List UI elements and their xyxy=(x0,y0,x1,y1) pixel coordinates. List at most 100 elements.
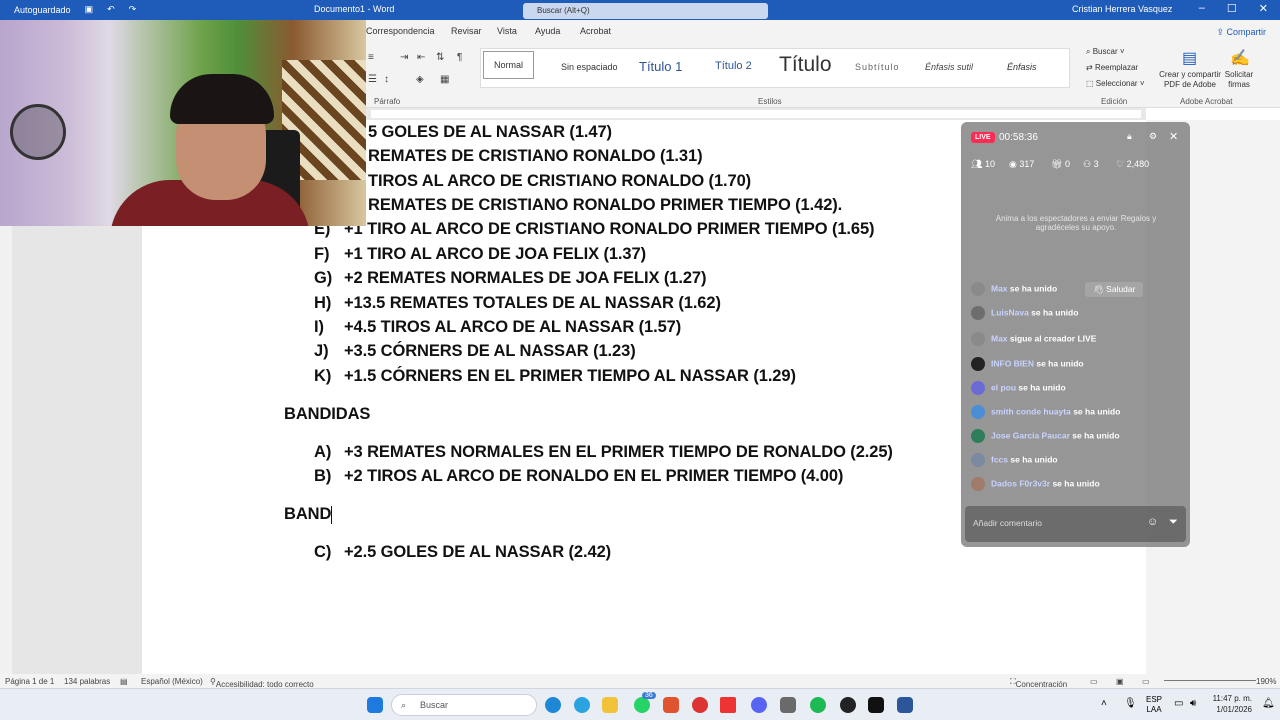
volume-icon[interactable]: 🔊︎ xyxy=(1190,698,1196,709)
typora-icon[interactable] xyxy=(720,697,736,713)
chat-user[interactable]: el pou xyxy=(991,382,1016,392)
chat-user[interactable]: Jose Garcia Paucar xyxy=(991,430,1070,440)
replace-label: Reemplazar xyxy=(1094,63,1139,72)
stat-gifts: 🎁︎ 0 xyxy=(1051,159,1070,170)
chat-user[interactable]: smith conde huayta xyxy=(991,406,1071,416)
avatar xyxy=(971,453,985,467)
title-search-box[interactable]: Buscar (Alt+Q) xyxy=(523,3,768,19)
proofing-icon[interactable]: ▤ xyxy=(120,677,128,686)
request-signatures-button[interactable]: Solicitar firmas xyxy=(1222,70,1256,90)
start-icon[interactable] xyxy=(367,697,383,713)
close-icon[interactable]: ✕ xyxy=(1259,2,1268,15)
taskbar-search[interactable]: ⌕ Buscar xyxy=(391,694,537,716)
share-button[interactable]: ⇪ Compartir xyxy=(1216,27,1266,38)
tab-ayuda[interactable]: Ayuda xyxy=(535,26,560,36)
chat-user[interactable]: Dados F0r3v3r xyxy=(991,478,1050,488)
find-button[interactable]: ⌕ Buscar ˅ xyxy=(1086,47,1125,57)
chevron-up-icon[interactable]: ˄ xyxy=(1101,698,1107,709)
pilcrow-icon[interactable]: ¶ xyxy=(457,52,462,63)
focus-mode[interactable]: ⛶ Concentración xyxy=(1010,677,1067,689)
chat-user[interactable]: LuisNava xyxy=(991,307,1029,317)
style-subtitulo[interactable]: Subtítulo xyxy=(855,62,900,72)
whatsapp-icon[interactable] xyxy=(634,697,650,713)
language-indicator[interactable]: ESP LAA xyxy=(1146,695,1162,715)
style-enfasis-sutil[interactable]: Énfasis sutil xyxy=(925,62,973,72)
chat-text: se ha unido xyxy=(1010,454,1058,465)
list-letter: C) xyxy=(314,543,332,561)
signature-icon[interactable]: ✍ xyxy=(1230,48,1250,68)
select-button[interactable]: ⬚ Seleccionar ˅ xyxy=(1086,79,1145,88)
style-enfasis[interactable]: Énfasis xyxy=(1007,62,1037,72)
chat-user[interactable]: INFO BIEN xyxy=(991,358,1034,368)
outdent-icon[interactable]: ⇤ xyxy=(417,52,425,63)
user-name[interactable]: Cristian Herrera Vasquez xyxy=(1072,4,1172,14)
style-normal[interactable]: Normal xyxy=(483,51,535,79)
lock-icon[interactable]: 🔒︎ xyxy=(1127,131,1132,142)
maximize-icon[interactable]: ☐ xyxy=(1227,2,1237,15)
notifications-icon[interactable]: 🔔︎ xyxy=(1262,698,1275,709)
word-count[interactable]: 134 palabras xyxy=(64,677,110,686)
comment-placeholder: Añadir comentario xyxy=(973,518,1042,528)
line-spacing-icon[interactable]: ↕ xyxy=(384,74,389,85)
shading-icon[interactable]: ◈ xyxy=(416,74,424,85)
sort-icon[interactable]: ⇅ xyxy=(436,52,444,63)
zoom-slider[interactable] xyxy=(1164,680,1256,681)
chat-user[interactable]: Max xyxy=(991,333,1008,343)
vertical-ruler[interactable] xyxy=(0,226,12,674)
undo-icon[interactable]: ↶ xyxy=(107,4,115,15)
network-icon[interactable]: ▭ xyxy=(1174,698,1183,709)
tab-correspondencia[interactable]: Correspondencia xyxy=(366,26,435,36)
autosave-label[interactable]: Autoguardado xyxy=(14,5,71,15)
word-icon[interactable] xyxy=(897,697,913,713)
web-layout-icon[interactable]: ▭ xyxy=(1142,677,1150,686)
tab-vista[interactable]: Vista xyxy=(497,26,517,36)
tiktok-icon[interactable] xyxy=(868,697,884,713)
accessibility-status[interactable]: ⚲ Accesibilidad: todo correcto xyxy=(210,677,314,689)
avatar xyxy=(971,477,985,491)
close-panel-icon[interactable]: ✕ xyxy=(1169,130,1178,143)
filter-icon[interactable]: ⏷ xyxy=(1169,516,1178,529)
brave-icon[interactable] xyxy=(663,697,679,713)
discord-icon[interactable] xyxy=(751,697,767,713)
replace-button[interactable]: ⇄ Reemplazar xyxy=(1086,63,1138,72)
avatar xyxy=(971,357,985,371)
emoji-icon[interactable]: ☺ xyxy=(1147,516,1158,528)
settings-icon[interactable]: ⚙ xyxy=(1149,131,1157,142)
redo-icon[interactable]: ↷ xyxy=(129,4,137,15)
spotify-icon[interactable] xyxy=(810,697,826,713)
justify-icon[interactable]: ☰ xyxy=(368,74,377,85)
create-pdf-button[interactable]: Crear y compartir PDF de Adobe xyxy=(1158,70,1222,90)
read-mode-icon[interactable]: ▭ xyxy=(1090,677,1098,686)
telegram-icon[interactable] xyxy=(574,697,590,713)
chat-user[interactable]: Max xyxy=(991,283,1008,293)
horizontal-ruler[interactable] xyxy=(366,108,1146,120)
file-explorer-icon[interactable] xyxy=(602,697,618,713)
zoom-level[interactable]: 190% xyxy=(1256,677,1276,686)
chrome-icon[interactable] xyxy=(692,697,708,713)
list-letter: F) xyxy=(314,245,330,263)
clock[interactable]: 11:47 p. m. 1/01/2026 xyxy=(1206,693,1252,715)
print-layout-icon[interactable]: ▣ xyxy=(1116,677,1124,686)
language[interactable]: Español (México) xyxy=(141,677,203,686)
greet-button[interactable]: 👋︎ Saludar xyxy=(1085,282,1144,297)
obs-icon[interactable] xyxy=(840,697,856,713)
pdf-share-icon[interactable]: ▤ xyxy=(1182,48,1197,68)
style-titulo-2[interactable]: Título 2 xyxy=(715,60,752,72)
tab-revisar[interactable]: Revisar xyxy=(451,26,482,36)
decrease-indent-icon[interactable]: ≡ xyxy=(368,52,374,63)
chat-user[interactable]: fccs xyxy=(991,454,1008,464)
calculator-icon[interactable] xyxy=(780,697,796,713)
indent-icon[interactable]: ⇥ xyxy=(400,52,408,63)
style-titulo-1[interactable]: Título 1 xyxy=(639,59,682,74)
edge-icon[interactable] xyxy=(545,697,561,713)
save-icon[interactable]: ▣ xyxy=(85,4,94,15)
avatar xyxy=(971,332,985,346)
microphone-icon[interactable]: 🎙︎ xyxy=(1124,698,1137,709)
style-titulo[interactable]: Título xyxy=(779,53,832,77)
page-count[interactable]: Página 1 de 1 xyxy=(5,677,54,686)
comment-input[interactable]: Añadir comentario ☺ ⏷ xyxy=(965,506,1186,542)
borders-icon[interactable]: ▦ xyxy=(440,74,449,85)
style-sin-espaciado[interactable]: Sin espaciado xyxy=(561,62,618,72)
minimize-icon[interactable]: – xyxy=(1199,2,1205,15)
tab-acrobat[interactable]: Acrobat xyxy=(580,26,611,36)
